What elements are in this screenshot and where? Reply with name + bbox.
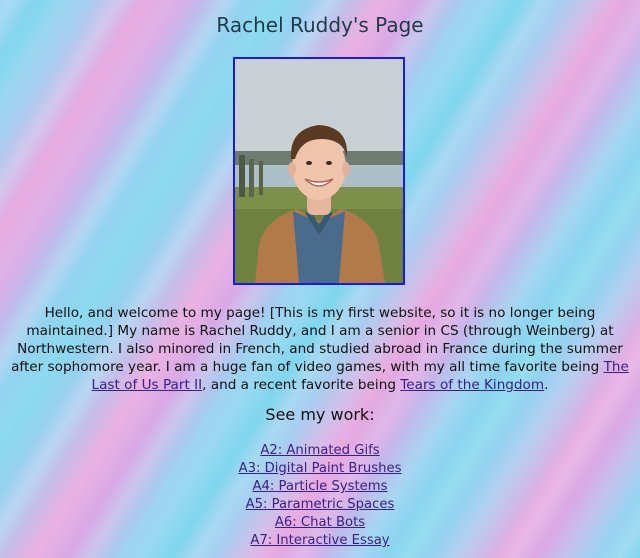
list-item: A6: Chat Bots (0, 514, 640, 532)
work-link-a6[interactable]: A6: Chat Bots (275, 515, 365, 530)
list-item: A2: Animated Gifs (0, 442, 640, 460)
work-link-a4[interactable]: A4: Particle Systems (252, 479, 387, 494)
profile-photo (233, 57, 405, 285)
intro-text: Hello, and welcome to my page! [This is … (11, 305, 623, 375)
work-link-a7[interactable]: A7: Interactive Essay (250, 533, 389, 548)
intro-paragraph: Hello, and welcome to my page! [This is … (10, 304, 630, 394)
intro-text: , and a recent favorite being (202, 377, 401, 393)
work-link-a3[interactable]: A3: Digital Paint Brushes (239, 461, 402, 476)
page-title: Rachel Ruddy's Page (216, 13, 424, 37)
work-link-a5[interactable]: A5: Parametric Spaces (246, 497, 395, 512)
profile-photo-illustration (235, 59, 403, 283)
work-link-a2[interactable]: A2: Animated Gifs (260, 443, 379, 458)
tears-of-the-kingdom-link[interactable]: Tears of the Kingdom (400, 377, 544, 393)
page: Rachel Ruddy's Page Hello, and welcome t… (0, 0, 640, 558)
intro-text: . (544, 377, 549, 393)
works-list: A2: Animated Gifs A3: Digital Paint Brus… (0, 442, 640, 550)
works-heading: See my work: (265, 405, 375, 424)
list-item: A5: Parametric Spaces (0, 496, 640, 514)
list-item: A4: Particle Systems (0, 478, 640, 496)
list-item: A3: Digital Paint Brushes (0, 460, 640, 478)
list-item: A7: Interactive Essay (0, 532, 640, 550)
